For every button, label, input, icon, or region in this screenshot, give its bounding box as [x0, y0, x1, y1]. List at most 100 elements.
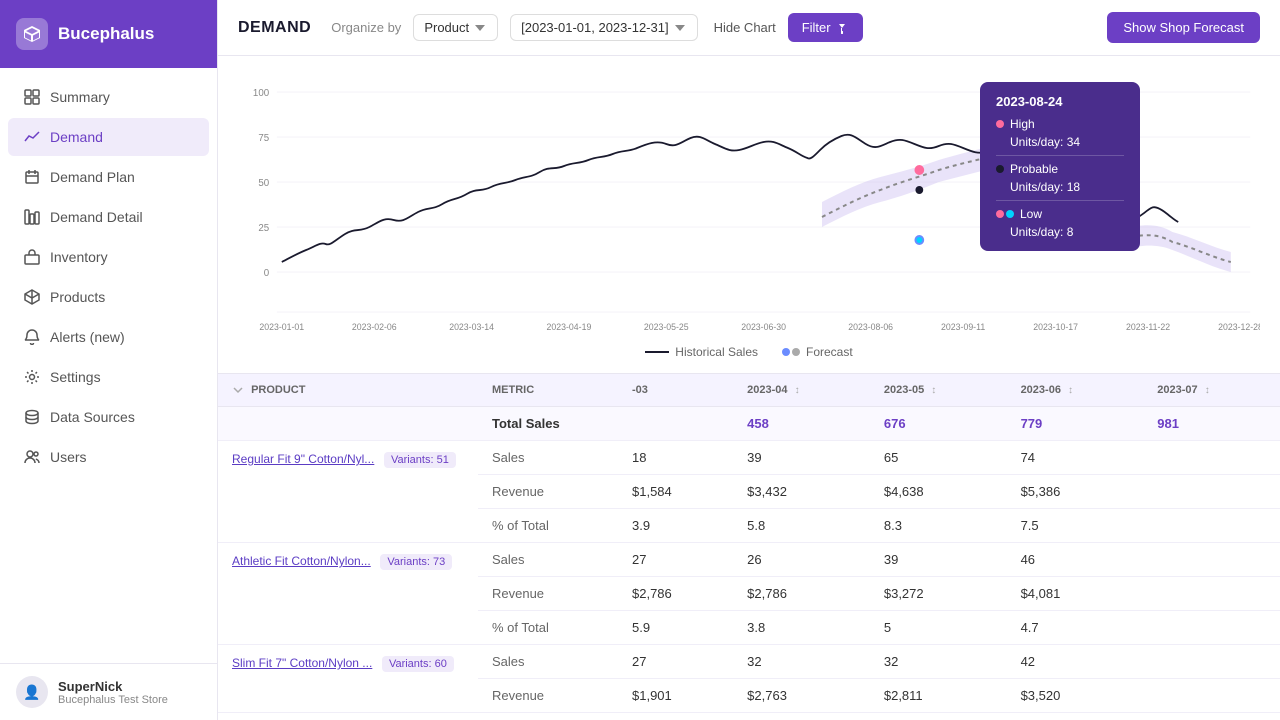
tooltip-low-label: Low: [1020, 207, 1042, 221]
sidebar-item-label: Products: [50, 289, 105, 305]
product-1-cell: Regular Fit 9" Cotton/Nyl... Variants: 5…: [218, 441, 478, 543]
avatar: 👤: [16, 676, 48, 708]
p2-pct-c03: 5.9: [618, 611, 733, 645]
nav-menu: Summary Demand Demand Plan Demand Detail…: [0, 68, 217, 663]
date-range-dropdown[interactable]: [2023-01-01, 2023-12-31]: [510, 14, 697, 41]
sidebar-item-users[interactable]: Users: [8, 438, 209, 476]
filter-button[interactable]: Filter: [788, 13, 863, 42]
table-row-total: Total Sales 458 676 779 981: [218, 407, 1280, 441]
p1-sales-c04: 39: [733, 441, 870, 475]
metric-sales-2: Sales: [478, 543, 618, 577]
col-05[interactable]: 2023-05 ↕: [870, 374, 1007, 407]
sidebar-item-inventory[interactable]: Inventory: [8, 238, 209, 276]
svg-text:2023-10-17: 2023-10-17: [1033, 322, 1078, 332]
col-metric: METRIC: [478, 374, 618, 407]
p1-pct-c04: 5.8: [733, 509, 870, 543]
show-shop-forecast-button[interactable]: Show Shop Forecast: [1107, 12, 1260, 43]
table-body: Total Sales 458 676 779 981 Regular Fit …: [218, 407, 1280, 713]
total-col03: [618, 407, 733, 441]
p2-pct-c04: 3.8: [733, 611, 870, 645]
product-1-name[interactable]: Regular Fit 9" Cotton/Nyl...: [232, 452, 374, 466]
total-col06: 779: [1007, 407, 1144, 441]
sidebar-item-label: Summary: [50, 89, 110, 105]
p3-sales-c03: 27: [618, 645, 733, 679]
sidebar-item-label: Alerts (new): [50, 329, 125, 345]
p2-rev-c05: $3,272: [870, 577, 1007, 611]
logo-text: Bucephalus: [58, 24, 154, 44]
sidebar-item-demand-plan[interactable]: Demand Plan: [8, 158, 209, 196]
product-3-name[interactable]: Slim Fit 7" Cotton/Nylon ...: [232, 656, 372, 670]
sidebar-item-label: Demand Plan: [50, 169, 135, 185]
organize-value: Product: [424, 20, 469, 35]
p1-sales-c05: 65: [870, 441, 1007, 475]
legend-dot-gray: [792, 348, 800, 356]
sidebar-item-label: Settings: [50, 369, 101, 385]
sidebar-item-alerts[interactable]: Alerts (new): [8, 318, 209, 356]
total-col04: 458: [733, 407, 870, 441]
sidebar-item-products[interactable]: Products: [8, 278, 209, 316]
svg-text:2023-11-22: 2023-11-22: [1126, 322, 1170, 332]
chart-svg-wrap: 100 75 50 25 0 2023-01-01 2023-02-06 202…: [238, 72, 1260, 337]
p3-rev-c04: $2,763: [733, 679, 870, 713]
sort-icon-06: ↕: [1068, 385, 1073, 396]
hide-chart-button[interactable]: Hide Chart: [714, 20, 776, 35]
filter-label: Filter: [802, 20, 831, 35]
user-info: 👤 SuperNick Bucephalus Test Store: [16, 676, 201, 708]
svg-text:2023-05-25: 2023-05-25: [644, 322, 689, 332]
sort-icon-04: ↕: [795, 385, 800, 396]
table-row: Athletic Fit Cotton/Nylon... Variants: 7…: [218, 543, 1280, 577]
sidebar-item-data-sources[interactable]: Data Sources: [8, 398, 209, 436]
col-07[interactable]: 2023-07 ↕: [1143, 374, 1280, 407]
col-03[interactable]: -03: [618, 374, 733, 407]
legend-historical: Historical Sales: [645, 345, 758, 359]
p2-sales-c03: 27: [618, 543, 733, 577]
p1-rev-c07: [1143, 475, 1280, 509]
organize-dropdown[interactable]: Product: [413, 14, 498, 41]
svg-text:2023-01-01: 2023-01-01: [259, 322, 304, 332]
svg-text:100: 100: [253, 88, 270, 99]
svg-text:2023-06-30: 2023-06-30: [741, 322, 786, 332]
metric-sales-1: Sales: [478, 441, 618, 475]
p1-pct-c07: [1143, 509, 1280, 543]
topbar: DEMAND Organize by Product [2023-01-01, …: [218, 0, 1280, 56]
p1-pct-c03: 3.9: [618, 509, 733, 543]
col-04[interactable]: 2023-04 ↕: [733, 374, 870, 407]
tooltip-probable-row: Probable: [996, 162, 1124, 176]
p3-sales-c07: [1143, 645, 1280, 679]
p2-sales-c04: 26: [733, 543, 870, 577]
total-metric-cell: Total Sales: [478, 407, 618, 441]
table-row: Regular Fit 9" Cotton/Nyl... Variants: 5…: [218, 441, 1280, 475]
col-product[interactable]: PRODUCT: [218, 374, 478, 407]
p2-pct-c05: 5: [870, 611, 1007, 645]
tooltip-high-label: High: [1010, 117, 1035, 131]
main-content: DEMAND Organize by Product [2023-01-01, …: [218, 0, 1280, 720]
p3-sales-c06: 42: [1007, 645, 1144, 679]
tooltip-low-value: Units/day: 8: [1010, 225, 1124, 239]
user-details: SuperNick Bucephalus Test Store: [58, 679, 168, 706]
col-product-label: [232, 384, 251, 396]
total-product-cell: [218, 407, 478, 441]
svg-text:25: 25: [258, 223, 269, 234]
p3-sales-c04: 32: [733, 645, 870, 679]
legend-forecast-dots: [782, 348, 800, 356]
col-06[interactable]: 2023-06 ↕: [1007, 374, 1144, 407]
sidebar-item-label: Demand Detail: [50, 209, 143, 225]
user-name: SuperNick: [58, 679, 168, 694]
sidebar-item-summary[interactable]: Summary: [8, 78, 209, 116]
p1-rev-c05: $4,638: [870, 475, 1007, 509]
p3-rev-c07: [1143, 679, 1280, 713]
sidebar-item-demand[interactable]: Demand: [8, 118, 209, 156]
sidebar-item-demand-detail[interactable]: Demand Detail: [8, 198, 209, 236]
tooltip-low-dot1: [996, 210, 1004, 218]
sidebar-item-settings[interactable]: Settings: [8, 358, 209, 396]
sidebar-item-label: Demand: [50, 129, 103, 145]
p1-rev-c04: $3,432: [733, 475, 870, 509]
p3-rev-c06: $3,520: [1007, 679, 1144, 713]
tooltip-probable-dot: [996, 165, 1004, 173]
total-col07: 981: [1143, 407, 1280, 441]
p2-sales-c06: 46: [1007, 543, 1144, 577]
p2-sales-c07: [1143, 543, 1280, 577]
tooltip-low-row: Low: [996, 207, 1124, 221]
product-2-name[interactable]: Athletic Fit Cotton/Nylon...: [232, 554, 371, 568]
chart-tooltip: 2023-08-24 High Units/day: 34 Probable U…: [980, 82, 1140, 251]
